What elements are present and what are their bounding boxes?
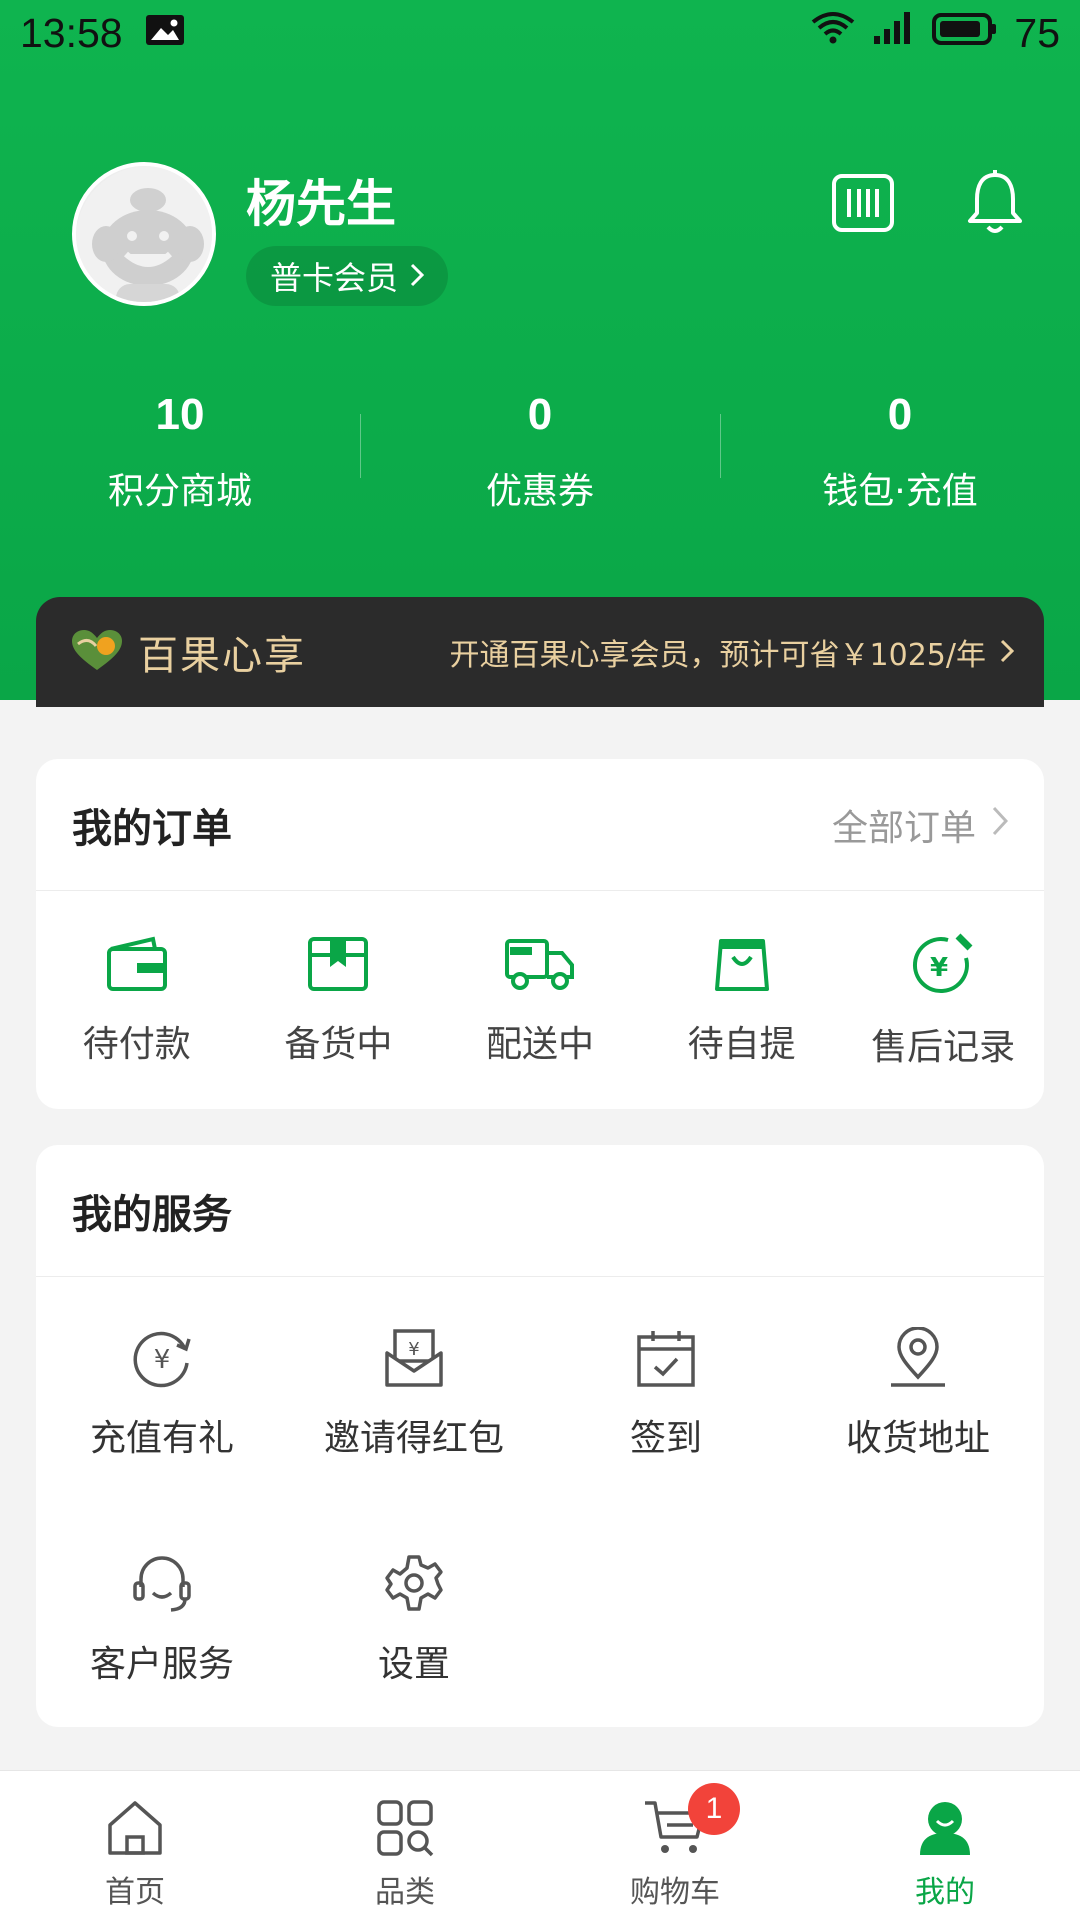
- vip-banner[interactable]: 百果心享 开通百果心享会员，预计可省￥1025/年: [36, 597, 1044, 707]
- all-orders-label: 全部订单: [831, 807, 976, 849]
- order-item-label: 备货中: [284, 1024, 393, 1065]
- svg-text:¥: ¥: [930, 953, 948, 983]
- gear-icon: [288, 1553, 540, 1615]
- order-pickup[interactable]: 待自提: [641, 935, 843, 1067]
- orders-card: 我的订单 全部订单 待付款 备货中 配送中 待自提 ¥ 售后记录: [36, 759, 1044, 1109]
- service-label: 客户服务: [89, 1644, 234, 1685]
- battery-icon: [932, 10, 998, 56]
- tab-label: 我的: [915, 1875, 975, 1910]
- status-bar: 13:58 75: [0, 0, 1080, 66]
- wifi-icon: [810, 10, 856, 56]
- order-preparing[interactable]: 备货中: [238, 935, 440, 1067]
- service-settings[interactable]: 设置: [288, 1553, 540, 1779]
- order-item-label: 待付款: [82, 1024, 191, 1065]
- category-icon: [376, 1800, 434, 1861]
- service-label: 充值有礼: [89, 1418, 234, 1459]
- chevron-right-icon: [410, 257, 425, 295]
- stat-label: 钱包·充值: [822, 471, 978, 512]
- avatar[interactable]: [72, 162, 216, 306]
- service-label: 邀请得红包: [323, 1418, 504, 1459]
- order-pending-payment[interactable]: 待付款: [36, 935, 238, 1067]
- service-address[interactable]: 收货地址: [792, 1327, 1044, 1553]
- vip-brand: 百果心享: [138, 633, 306, 679]
- tab-cart[interactable]: 1 购物车: [540, 1771, 810, 1920]
- refund-icon: ¥: [842, 932, 1044, 996]
- chevron-right-icon: [992, 804, 1009, 845]
- vip-description: 开通百果心享会员，预计可省￥1025/年: [449, 638, 986, 673]
- bell-icon: [966, 169, 1024, 241]
- recharge-icon: ¥: [36, 1327, 288, 1389]
- status-time: 13:58: [20, 9, 123, 56]
- truck-icon: [439, 935, 641, 993]
- service-label: 签到: [629, 1418, 702, 1459]
- order-delivering[interactable]: 配送中: [439, 935, 641, 1067]
- cart-count-badge: 1: [688, 1783, 740, 1835]
- headset-icon: [36, 1553, 288, 1615]
- profile-header: [0, 0, 1080, 700]
- wallet-icon: [36, 935, 238, 993]
- member-level-label: 普卡会员: [270, 259, 399, 297]
- stat-value: 0: [887, 390, 913, 439]
- barcode-icon: [831, 173, 895, 237]
- cart-icon: [643, 1801, 707, 1861]
- user-name: 杨先生: [246, 175, 396, 233]
- calendar-check-icon: [540, 1327, 792, 1389]
- stat-value: 10: [155, 390, 205, 439]
- service-recharge[interactable]: ¥ 充值有礼: [36, 1327, 288, 1553]
- order-after-sales[interactable]: ¥ 售后记录: [842, 932, 1044, 1070]
- tab-category[interactable]: 品类: [270, 1771, 540, 1920]
- service-customer-support[interactable]: 客户服务: [36, 1553, 288, 1779]
- services-title: 我的服务: [72, 1191, 232, 1238]
- shopping-bag-icon: [641, 935, 843, 993]
- tab-profile[interactable]: 我的: [810, 1771, 1080, 1920]
- stat-label: 积分商城: [107, 471, 252, 512]
- profile-icon: [916, 1802, 974, 1861]
- svg-text:¥: ¥: [154, 1345, 171, 1375]
- home-icon: [106, 1801, 164, 1861]
- stat-wallet[interactable]: 0 钱包·充值: [720, 390, 1080, 514]
- location-pin-icon: [792, 1327, 1044, 1389]
- service-invite[interactable]: ¥ 邀请得红包: [288, 1327, 540, 1553]
- signal-icon: [872, 10, 916, 56]
- stat-label: 优惠券: [485, 471, 594, 512]
- battery-level: 75: [1014, 9, 1060, 56]
- service-label: 收货地址: [845, 1418, 990, 1459]
- services-card: 我的服务 ¥ 充值有礼 ¥ 邀请得红包 签到 收货地址 客户服务 设置: [36, 1145, 1044, 1727]
- bottom-tab-bar: 首页 品类 1 购物车 我的: [0, 1770, 1080, 1920]
- orders-title: 我的订单: [72, 805, 232, 852]
- all-orders-link[interactable]: 全部订单: [831, 799, 1009, 851]
- order-item-label: 配送中: [485, 1024, 594, 1065]
- stat-coupons[interactable]: 0 优惠券: [360, 390, 720, 514]
- gallery-icon: [145, 10, 185, 56]
- stats-row: 10 积分商城 0 优惠券 0 钱包·充值: [0, 390, 1080, 514]
- notification-button[interactable]: [960, 170, 1030, 240]
- tab-label: 首页: [105, 1875, 165, 1910]
- service-label: 设置: [377, 1644, 450, 1685]
- package-icon: [238, 935, 440, 993]
- stat-value: 0: [527, 390, 553, 439]
- stat-points-mall[interactable]: 10 积分商城: [0, 390, 360, 514]
- orders-header: 我的订单 全部订单: [36, 759, 1044, 891]
- divider: [720, 414, 721, 478]
- member-level-button[interactable]: 普卡会员: [246, 246, 449, 306]
- divider: [360, 414, 361, 478]
- svg-text:¥: ¥: [408, 1339, 419, 1360]
- chevron-right-icon: [1000, 633, 1015, 671]
- order-item-label: 待自提: [687, 1024, 796, 1065]
- tab-label: 购物车: [630, 1875, 720, 1910]
- envelope-icon: ¥: [288, 1327, 540, 1389]
- order-status-row: 待付款 备货中 配送中 待自提 ¥ 售后记录: [36, 891, 1044, 1111]
- vip-logo-icon: [70, 628, 124, 676]
- tab-home[interactable]: 首页: [0, 1771, 270, 1920]
- service-checkin[interactable]: 签到: [540, 1327, 792, 1553]
- services-grid: ¥ 充值有礼 ¥ 邀请得红包 签到 收货地址 客户服务 设置: [36, 1277, 1044, 1779]
- order-item-label: 售后记录: [871, 1027, 1016, 1068]
- services-header: 我的服务: [36, 1145, 1044, 1277]
- barcode-button[interactable]: [828, 170, 898, 240]
- tab-label: 品类: [375, 1875, 435, 1910]
